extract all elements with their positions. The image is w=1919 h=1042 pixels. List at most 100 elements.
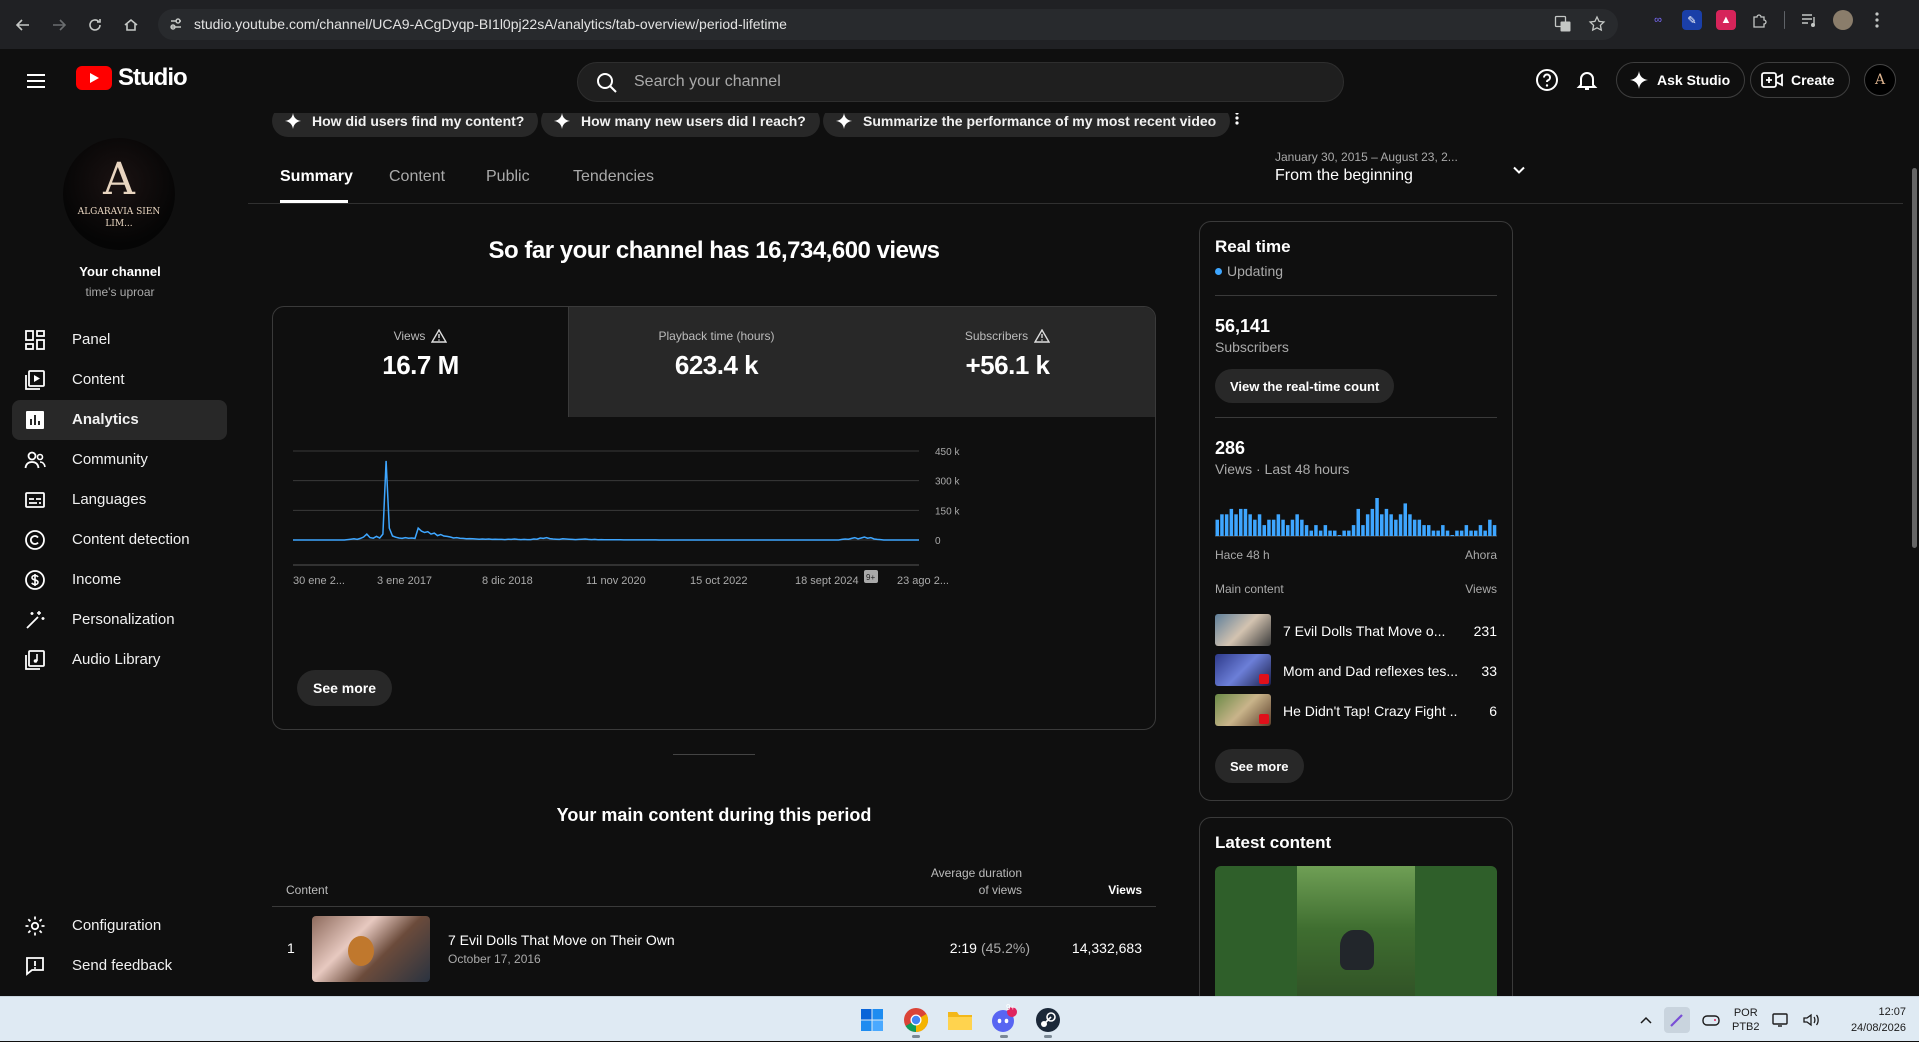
system-clock[interactable]: 12:07 24/08/2026 (1836, 1004, 1906, 1036)
realtime-bar[interactable] (1220, 514, 1224, 536)
metric-tab-playback-time[interactable]: Playback time (hours) 623.4 k (569, 307, 864, 417)
realtime-bar[interactable] (1459, 530, 1464, 536)
realtime-bar[interactable] (1455, 530, 1459, 536)
more-options-icon[interactable] (1235, 113, 1239, 125)
realtime-bar[interactable] (1347, 530, 1351, 536)
realtime-bar[interactable] (1271, 519, 1276, 536)
realtime-bar[interactable] (1365, 514, 1370, 536)
suggestion-chip[interactable]: How did users find my content? (272, 113, 539, 137)
realtime-bar-chart[interactable] (1215, 494, 1497, 544)
realtime-bar[interactable] (1267, 519, 1271, 536)
realtime-bar[interactable] (1375, 498, 1379, 536)
extension-icon[interactable]: ▲ (1716, 10, 1736, 30)
extension-icon[interactable]: ✎ (1682, 10, 1702, 30)
table-row[interactable]: 1 7 Evil Dolls That Move on Their Own Oc… (272, 907, 1156, 987)
realtime-bar[interactable] (1370, 508, 1375, 536)
realtime-bar[interactable] (1286, 525, 1290, 536)
realtime-bar[interactable] (1389, 514, 1393, 536)
metric-tab-views[interactable]: Views 16.7 M (273, 307, 568, 417)
realtime-bar[interactable] (1422, 525, 1426, 536)
date-range-picker[interactable]: January 30, 2015 – August 23, 2... From … (1275, 150, 1525, 185)
video-title[interactable]: 7 Evil Dolls That Move on Their Own (448, 932, 675, 948)
search-input[interactable]: Search your channel (634, 73, 781, 91)
realtime-bar[interactable] (1318, 530, 1323, 536)
warning-icon[interactable] (431, 329, 448, 343)
keyboard-language[interactable]: POR PTB2 (1732, 1006, 1760, 1034)
realtime-bar[interactable] (1431, 530, 1436, 536)
realtime-bar[interactable] (1281, 519, 1285, 536)
realtime-bar[interactable] (1243, 508, 1248, 536)
realtime-bar[interactable] (1295, 514, 1299, 536)
realtime-bar[interactable] (1403, 503, 1408, 536)
realtime-bar[interactable] (1328, 530, 1332, 536)
realtime-bar[interactable] (1300, 519, 1304, 536)
realtime-bar[interactable] (1417, 519, 1422, 536)
back-arrow-icon[interactable] (6, 8, 40, 42)
media-control-icon[interactable] (1799, 10, 1819, 30)
studio-logo[interactable]: Studio (76, 64, 188, 92)
realtime-bar[interactable] (1290, 519, 1295, 536)
realtime-bar[interactable] (1394, 519, 1398, 536)
realtime-bar[interactable] (1309, 530, 1314, 536)
realtime-bar[interactable] (1229, 508, 1234, 536)
realtime-bar[interactable] (1239, 508, 1243, 536)
bookmark-star-icon[interactable] (1588, 15, 1606, 33)
ask-studio-button[interactable]: Ask Studio (1616, 62, 1746, 98)
tab-tendencies[interactable]: Tendencies (573, 168, 654, 186)
latest-video-thumbnail[interactable] (1215, 866, 1497, 996)
realtime-bar[interactable] (1450, 535, 1455, 536)
sidebar-item-send-feedback[interactable]: Send feedback (12, 946, 227, 986)
list-item[interactable]: Mom and Dad reflexes tes... 33 (1215, 654, 1497, 688)
chevron-up-icon[interactable] (1640, 1016, 1652, 1024)
realtime-bar[interactable] (1314, 525, 1318, 536)
realtime-bar[interactable] (1478, 525, 1483, 536)
views-line-chart[interactable]: 450 k 300 k 150 k 0 30 ene 2... 3 ene 2017 8 d… (273, 417, 1155, 657)
sidebar-item-community[interactable]: Community (12, 440, 227, 480)
page-scrollbar[interactable] (1910, 113, 1919, 996)
sidebar-item-analytics[interactable]: Analytics (12, 400, 227, 440)
tab-content[interactable]: Content (389, 168, 445, 186)
network-icon[interactable] (1771, 1012, 1790, 1028)
translate-icon[interactable] (1554, 15, 1572, 33)
profile-avatar[interactable] (1833, 10, 1853, 30)
browser-menu-icon[interactable] (1867, 10, 1887, 30)
bell-icon[interactable] (1575, 68, 1599, 92)
realtime-bar[interactable] (1427, 525, 1431, 536)
warning-icon[interactable] (1034, 329, 1051, 343)
realtime-bar[interactable] (1342, 530, 1346, 536)
realtime-bar[interactable] (1361, 525, 1365, 536)
realtime-bar[interactable] (1474, 530, 1478, 536)
sidebar-item-content-detection[interactable]: Content detection (12, 520, 227, 560)
view-realtime-count-button[interactable]: View the real-time count (1215, 369, 1395, 403)
reload-icon[interactable] (78, 8, 112, 42)
realtime-bar[interactable] (1412, 519, 1417, 536)
site-info-icon[interactable] (168, 16, 184, 32)
metric-tab-subscribers[interactable]: Subscribers +56.1 k (860, 307, 1155, 417)
puzzle-icon[interactable] (1750, 10, 1770, 30)
create-button[interactable]: Create (1750, 62, 1850, 98)
tab-public[interactable]: Public (486, 168, 530, 186)
list-item[interactable]: He Didn't Tap! Crazy Fight ... 6 (1215, 694, 1497, 728)
account-avatar[interactable]: A (1864, 64, 1896, 96)
forward-arrow-icon[interactable] (42, 8, 76, 42)
realtime-bar[interactable] (1356, 508, 1361, 536)
menu-icon[interactable] (24, 69, 48, 93)
gamepad-icon[interactable] (1702, 1013, 1720, 1027)
sidebar-item-content[interactable]: Content (12, 360, 227, 400)
realtime-bar[interactable] (1248, 514, 1252, 536)
help-icon[interactable] (1535, 68, 1559, 92)
realtime-bar[interactable] (1441, 525, 1445, 536)
see-more-button[interactable]: See more (297, 670, 393, 706)
realtime-bar[interactable] (1483, 530, 1487, 536)
realtime-bar[interactable] (1445, 530, 1450, 536)
windows-start-icon[interactable] (856, 1004, 888, 1036)
realtime-bar[interactable] (1262, 525, 1267, 536)
scrollbar-thumb[interactable] (1912, 168, 1917, 548)
realtime-bar[interactable] (1398, 514, 1403, 536)
sidebar-item-configuration[interactable]: Configuration (12, 906, 227, 946)
realtime-bar[interactable] (1323, 525, 1328, 536)
realtime-bar[interactable] (1351, 525, 1356, 536)
realtime-bar[interactable] (1384, 508, 1389, 536)
sidebar-item-panel[interactable]: Panel (12, 320, 227, 360)
column-header-views[interactable]: Views (1108, 883, 1142, 897)
